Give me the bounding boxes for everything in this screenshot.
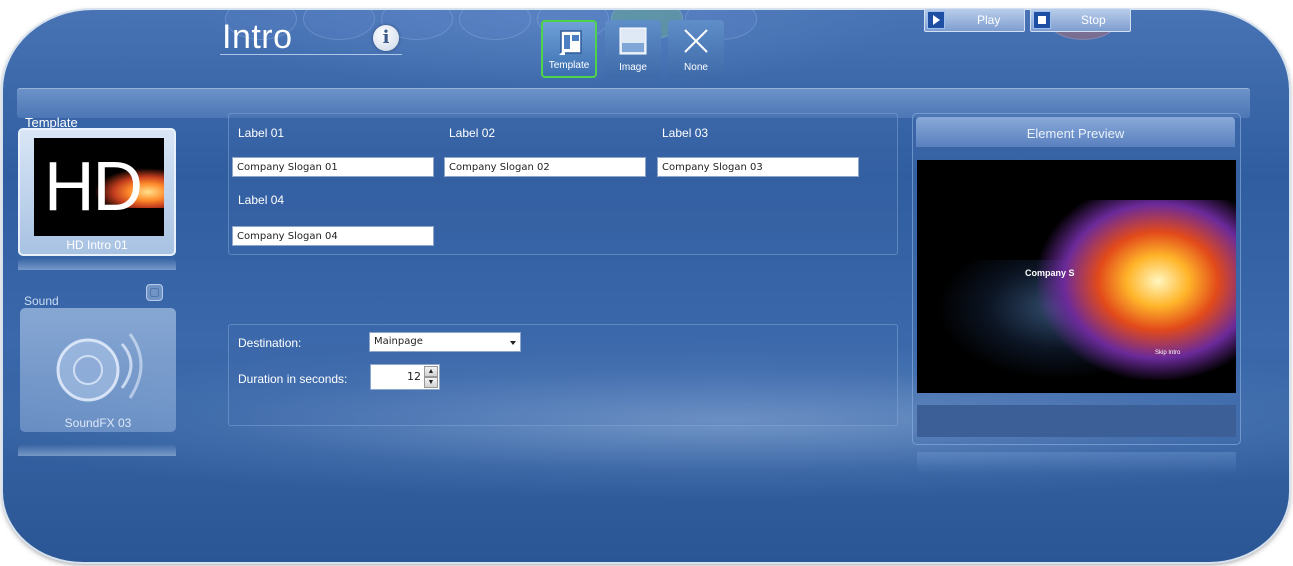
video-flare	[1037, 200, 1236, 380]
increment-icon[interactable]: ▲	[424, 366, 438, 377]
slogan-field-02[interactable]	[444, 157, 646, 177]
template-preview-image: HD	[34, 138, 164, 236]
stop-icon	[1033, 11, 1051, 29]
playback-controls	[917, 405, 1236, 437]
destination-select[interactable]: Mainpage	[369, 332, 521, 352]
controls-reflection	[917, 452, 1236, 474]
tab-none[interactable]: None	[668, 20, 724, 78]
play-button[interactable]: Play	[924, 8, 1025, 32]
tab-image-label: Image	[619, 62, 647, 73]
video-skip-text: Skip Intro	[1155, 350, 1181, 356]
tab-template-label: Template	[548, 60, 590, 71]
slogan-field-04[interactable]	[232, 226, 434, 246]
play-icon	[927, 11, 945, 29]
tab-image[interactable]: Image	[605, 20, 661, 78]
sound-section-title: Sound	[24, 294, 59, 308]
destination-label: Destination:	[238, 336, 302, 350]
label-01: Label 01	[238, 126, 285, 140]
stop-label: Stop	[1081, 13, 1106, 27]
preview-title: Element Preview	[916, 117, 1235, 147]
sound-thumbnail[interactable]: SoundFX 03	[20, 308, 176, 432]
info-icon[interactable]: i	[373, 25, 399, 51]
duration-value: 12	[407, 370, 421, 383]
video-slogan-text: Company S	[1025, 268, 1075, 278]
tab-template[interactable]: Template	[541, 20, 597, 78]
preview-video: Company S Skip Intro	[917, 160, 1236, 393]
stop-button[interactable]: Stop	[1030, 8, 1131, 32]
thumb-hd-text: HD	[44, 147, 143, 225]
title-underline	[220, 54, 402, 55]
duration-label: Duration in seconds:	[238, 372, 348, 386]
duration-stepper[interactable]: 12 ▲ ▼	[370, 364, 440, 390]
close-icon	[684, 29, 708, 53]
destination-value: Mainpage	[374, 336, 423, 347]
sound-thumb-reflection	[18, 444, 176, 456]
template-thumbnail[interactable]: HD HD Intro 01	[18, 128, 176, 256]
play-label: Play	[977, 13, 1001, 27]
slogan-field-03[interactable]	[657, 157, 859, 177]
template-item-label: HD Intro 01	[66, 238, 128, 252]
label-02: Label 02	[449, 126, 496, 140]
image-icon	[619, 27, 647, 55]
sound-checkbox[interactable]	[146, 284, 163, 301]
speaker-icon	[56, 333, 143, 402]
decrement-icon[interactable]: ▼	[424, 377, 438, 388]
chevron-down-icon	[510, 341, 516, 345]
tab-none-label: None	[684, 62, 708, 73]
label-03: Label 03	[662, 126, 709, 140]
slogan-field-01[interactable]	[232, 157, 434, 177]
label-04: Label 04	[238, 193, 285, 207]
page-title: Intro	[222, 18, 293, 56]
sound-item-label: SoundFX 03	[64, 416, 132, 430]
template-icon	[559, 30, 582, 55]
template-thumb-reflection	[18, 258, 176, 270]
